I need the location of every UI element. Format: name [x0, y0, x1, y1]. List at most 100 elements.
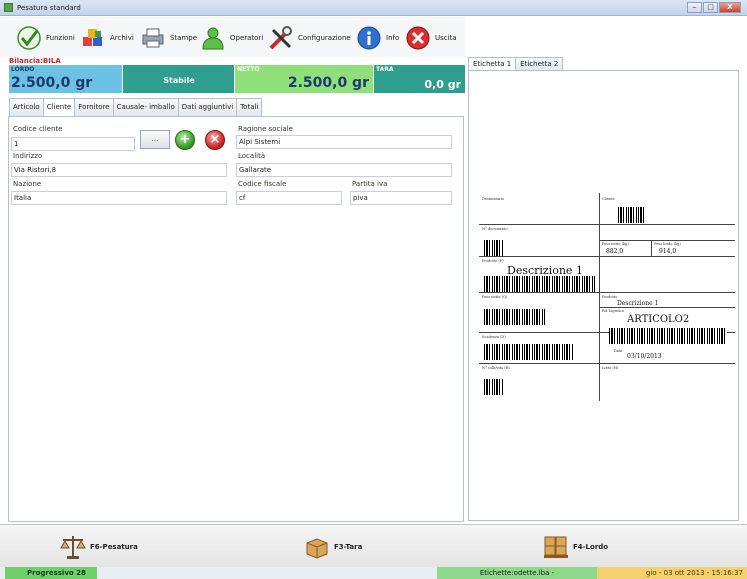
uscita-label: Uscita	[435, 34, 457, 42]
rif-logistico-label: Rif. logistico	[602, 309, 625, 313]
stampe-button[interactable]: Stampe	[140, 23, 197, 53]
n-documento-label: N° documento	[482, 227, 508, 231]
codice-fiscale-label: Codice fiscale	[238, 180, 287, 188]
netto-caption: NETTO	[237, 66, 260, 73]
f4-lordo-button[interactable]: F4-Lordo	[542, 531, 608, 563]
stability-box: Stabile	[122, 65, 234, 93]
data-value: 03/10/2013	[627, 353, 662, 360]
archivi-button[interactable]: Archivi	[80, 23, 134, 53]
plus-icon: +	[179, 132, 191, 147]
tara-value: 0,0 gr	[424, 78, 461, 91]
tab-cliente[interactable]: Cliente	[42, 98, 76, 117]
f6-pesatura-label: F6-Pesatura	[90, 543, 138, 551]
exit-icon	[406, 26, 430, 50]
scadenza-label: Scadenza (D)	[482, 335, 506, 339]
scale-icon	[60, 536, 86, 559]
cliente-barcode	[618, 207, 646, 223]
prodotto-barcode	[484, 276, 596, 292]
etichette-status: Etichette:odette.lba -	[437, 567, 597, 579]
peso-netto-q-label: Peso netto (Q)	[482, 295, 508, 299]
localita-field[interactable]: Gallarate	[236, 163, 452, 177]
progressivo-status: Progressivo 28	[5, 567, 97, 579]
tara-caption: TARA	[376, 66, 394, 73]
info-button[interactable]: Info	[356, 23, 399, 53]
label-preview: Destinatario Cliente N° documento Peso n…	[479, 193, 735, 401]
ragione-sociale-label: Ragione sociale	[238, 125, 293, 133]
peso-netto-value: 882,0	[606, 248, 624, 255]
operatori-label: Operatori	[230, 34, 264, 42]
tab-dati-aggiuntivi[interactable]: Dati aggiuntivi	[177, 98, 238, 116]
cliente-field-label: Cliente	[602, 197, 615, 201]
f4-lordo-label: F4-Lordo	[573, 543, 609, 551]
minimize-button[interactable]: ‒	[687, 2, 702, 13]
user-icon	[202, 27, 224, 50]
tara-box: TARA 0,0 gr	[373, 65, 465, 93]
operatori-button[interactable]: Operatori	[200, 23, 263, 53]
destinatario-label: Destinatario	[482, 197, 504, 201]
box-icon	[306, 538, 328, 559]
nazione-field[interactable]: Italia	[11, 191, 227, 205]
tab-totali[interactable]: Totali	[236, 98, 263, 116]
tab-articolo[interactable]: Articolo	[9, 98, 44, 116]
status-spacer	[97, 567, 437, 579]
funzioni-label: Funzioni	[46, 34, 75, 42]
indirizzo-field[interactable]: Via Ristori,8	[11, 163, 227, 177]
descrizione-2-text: Descrizione 1	[617, 300, 659, 307]
documento-barcode	[484, 240, 504, 256]
codice-cliente-field[interactable]: 1	[11, 137, 135, 151]
scadenza-barcode	[484, 344, 574, 360]
peso-lordo-label: Peso lordo (kg)	[654, 242, 681, 246]
codice-cliente-label: Codice cliente	[13, 125, 63, 133]
data-label: Data	[614, 349, 623, 353]
window-title: Pesatura standard	[17, 4, 81, 12]
funzioni-button[interactable]: Funzioni	[16, 23, 75, 53]
configurazione-label: Configurazione	[298, 34, 351, 42]
delete-cliente-button[interactable]: ×	[205, 130, 225, 150]
close-button[interactable]: X	[719, 2, 741, 13]
codice-fiscale-field[interactable]: cf	[236, 191, 342, 205]
checkmark-icon	[17, 26, 41, 50]
tab-etichetta-1[interactable]: Etichetta 1	[468, 57, 517, 71]
prodotto-label: Prodotto (F)	[482, 259, 504, 263]
archivi-label: Archivi	[110, 34, 134, 42]
main-tabs: Articolo Cliente Fornitore Causale- imba…	[9, 98, 263, 117]
main-toolbar: Funzioni Archivi Stampe Operatori Config…	[0, 17, 465, 57]
label-tabs: Etichetta 1 Etichetta 2	[468, 57, 564, 71]
window-controls: ‒ □ X	[686, 2, 741, 13]
lotto-label: Lotto (H)	[602, 366, 619, 370]
prodotto-2-label: Prodotto	[602, 295, 618, 299]
title-bar: Pesatura standard ‒ □ X	[0, 0, 747, 16]
localita-label: Località	[238, 152, 266, 160]
ragione-sociale-field[interactable]: Alpi Sistemi	[236, 135, 452, 149]
peso-lordo-value: 914,0	[659, 248, 677, 255]
app-icon	[4, 3, 13, 12]
tab-fornitore[interactable]: Fornitore	[74, 98, 114, 116]
n-colli-label: N° colli/vita (R)	[482, 366, 510, 370]
peso-barcode	[484, 309, 546, 325]
datetime-status: gio - 03 ott 2013 - 15:16:37	[597, 567, 747, 579]
configurazione-button[interactable]: Configurazione	[268, 23, 351, 53]
peso-netto-label: Peso netto (kg)	[602, 242, 629, 246]
function-key-bar: F6-Pesatura F3-Tara F4-Lordo	[0, 524, 747, 567]
weight-display: LORDO 2.500,0 gr Stabile NETTO 2.500,0 g…	[9, 65, 465, 93]
uscita-button[interactable]: Uscita	[405, 23, 457, 53]
browse-cliente-button[interactable]: ...	[140, 130, 170, 149]
f3-tara-button[interactable]: F3-Tara	[303, 531, 362, 563]
f3-tara-label: F3-Tara	[334, 543, 363, 551]
stampe-label: Stampe	[170, 34, 198, 42]
indirizzo-label: Indirizzo	[13, 152, 43, 160]
nazione-label: Nazione	[13, 180, 42, 188]
tab-causale-imballo[interactable]: Causale- imballo	[112, 98, 179, 116]
partita-iva-field[interactable]: piva	[350, 191, 452, 205]
netto-box: NETTO 2.500,0 gr	[234, 65, 373, 93]
add-cliente-button[interactable]: +	[175, 130, 195, 150]
maximize-button[interactable]: □	[703, 2, 718, 13]
tab-etichetta-2[interactable]: Etichetta 2	[515, 57, 564, 71]
f6-pesatura-button[interactable]: F6-Pesatura	[59, 531, 138, 563]
tools-icon	[269, 26, 292, 50]
printer-icon	[142, 28, 164, 48]
info-label: Info	[386, 34, 400, 42]
articolo-text: ARTICOLO2	[627, 314, 690, 325]
status-bar: Progressivo 28 Etichette:odette.lba - gi…	[0, 567, 747, 579]
lordo-caption: LORDO	[11, 66, 35, 73]
